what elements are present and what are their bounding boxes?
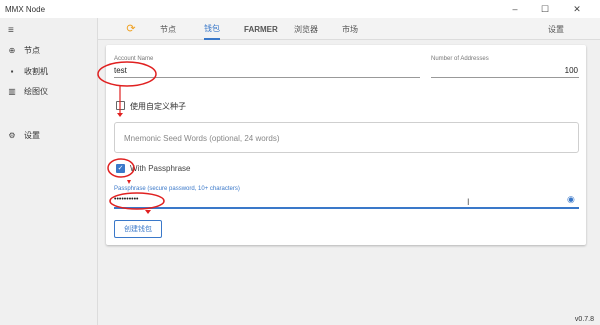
eye-icon[interactable]: ◉ [567, 194, 575, 205]
sidebar-item-node[interactable]: ⊕ 节点 [6, 44, 40, 56]
menu-icon[interactable]: ≡ [8, 25, 14, 36]
sidebar-item-harvester[interactable]: ▪ 收割机 [6, 65, 48, 77]
account-name-underline [114, 77, 420, 78]
sidebar-item-settings[interactable]: ⚙ 设置 [6, 129, 40, 141]
window-title: MMX Node [5, 4, 46, 14]
create-wallet-button[interactable]: 创建钱包 [114, 220, 162, 238]
sidebar-item-label: 设置 [24, 130, 40, 140]
passphrase-checkbox[interactable]: ✓ [116, 164, 125, 173]
top-nav: ⟳ 节点 钱包 FARMER 浏览器 市场 设置 [98, 18, 600, 40]
seed-words-input[interactable]: Mnemonic Seed Words (optional, 24 words) [114, 122, 579, 153]
version-label: v0.7.8 [574, 316, 594, 323]
num-addresses-underline [431, 77, 579, 78]
account-name-input[interactable]: test [114, 66, 127, 75]
tab-settings[interactable]: 设置 [548, 18, 564, 40]
minimize-button[interactable]: – [504, 0, 526, 18]
text-cursor-icon: I [467, 197, 470, 207]
passphrase-underline [114, 207, 579, 209]
seed-words-placeholder: Mnemonic Seed Words (optional, 24 words) [124, 134, 280, 143]
sidebar-item-label: 收割机 [24, 66, 48, 76]
custom-seed-label: 使用自定义种子 [130, 102, 186, 111]
close-button[interactable]: ✕ [566, 0, 588, 18]
sidebar-item-label: 绘图仪 [24, 86, 48, 96]
maximize-button[interactable]: ☐ [534, 0, 556, 18]
custom-seed-checkbox[interactable] [116, 101, 125, 110]
account-name-label: Account Name [114, 56, 154, 62]
tab-farmer[interactable]: FARMER [244, 18, 278, 40]
tab-explorer[interactable]: 浏览器 [294, 18, 318, 40]
sync-icon[interactable]: ⟳ [124, 22, 138, 36]
tab-market[interactable]: 市场 [342, 18, 358, 40]
passphrase-input[interactable]: •••••••••• [114, 196, 139, 203]
sidebar-item-plotter[interactable]: ▥ 绘图仪 [6, 85, 48, 97]
passphrase-checkbox-label: With Passphrase [130, 164, 191, 173]
plotter-icon: ▥ [8, 86, 16, 96]
create-wallet-card: Account Name test Number of Addresses 10… [106, 45, 586, 245]
globe-icon: ⊕ [8, 45, 16, 55]
passphrase-field-label: Passphrase (secure password, 10+ charact… [114, 186, 240, 192]
tab-wallet[interactable]: 钱包 [204, 18, 220, 40]
num-addresses-input[interactable]: 100 [565, 66, 578, 75]
num-addresses-label: Number of Addresses [431, 56, 489, 62]
tab-node[interactable]: 节点 [160, 18, 176, 40]
gear-icon: ⚙ [8, 130, 16, 140]
harvester-icon: ▪ [10, 66, 14, 76]
sidebar: ≡ ⊕ 节点 ▪ 收割机 ▥ 绘图仪 ⚙ 设置 [0, 18, 98, 325]
sidebar-item-label: 节点 [24, 45, 40, 55]
